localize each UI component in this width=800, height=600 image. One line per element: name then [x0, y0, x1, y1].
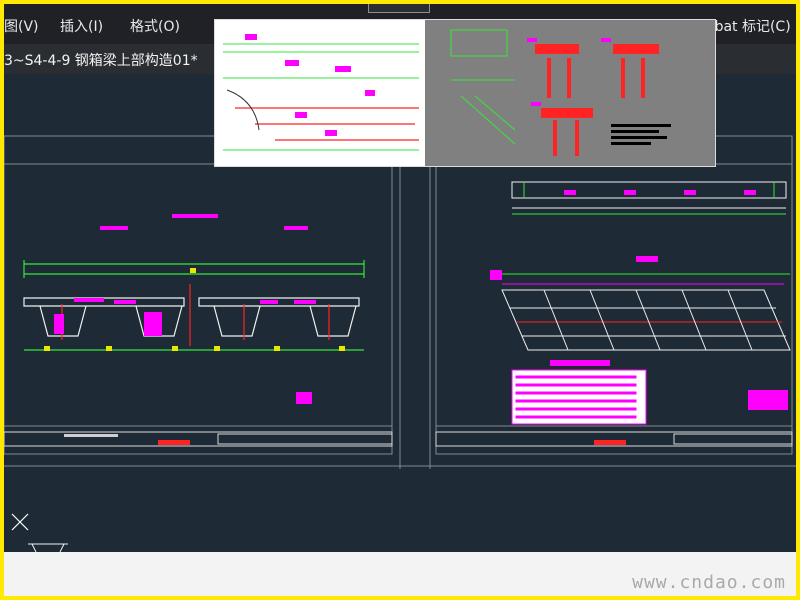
watermark-text: www.cndao.com — [632, 572, 786, 593]
thumbnail-graphic — [215, 20, 715, 166]
crosshair-cursor-icon — [11, 513, 29, 531]
menu-insert[interactable]: 插入(I) — [60, 16, 103, 36]
drawing-thumbnail-preview[interactable] — [214, 19, 716, 167]
menu-acrobat[interactable]: obat 标记(C) — [706, 16, 791, 36]
menu-view[interactable]: 图(V) — [4, 16, 39, 36]
right-table — [511, 360, 647, 425]
menu-format[interactable]: 格式(O) — [130, 16, 180, 36]
thumbnail-toggle[interactable] — [368, 4, 430, 13]
document-title[interactable]: 3~S4-4-9 钢箱梁上部构造01* — [4, 50, 198, 70]
cad-window: 图(V) 插入(I) 格式(O) obat 标记(C) 3~S4-4-9 钢箱梁… — [4, 4, 796, 596]
